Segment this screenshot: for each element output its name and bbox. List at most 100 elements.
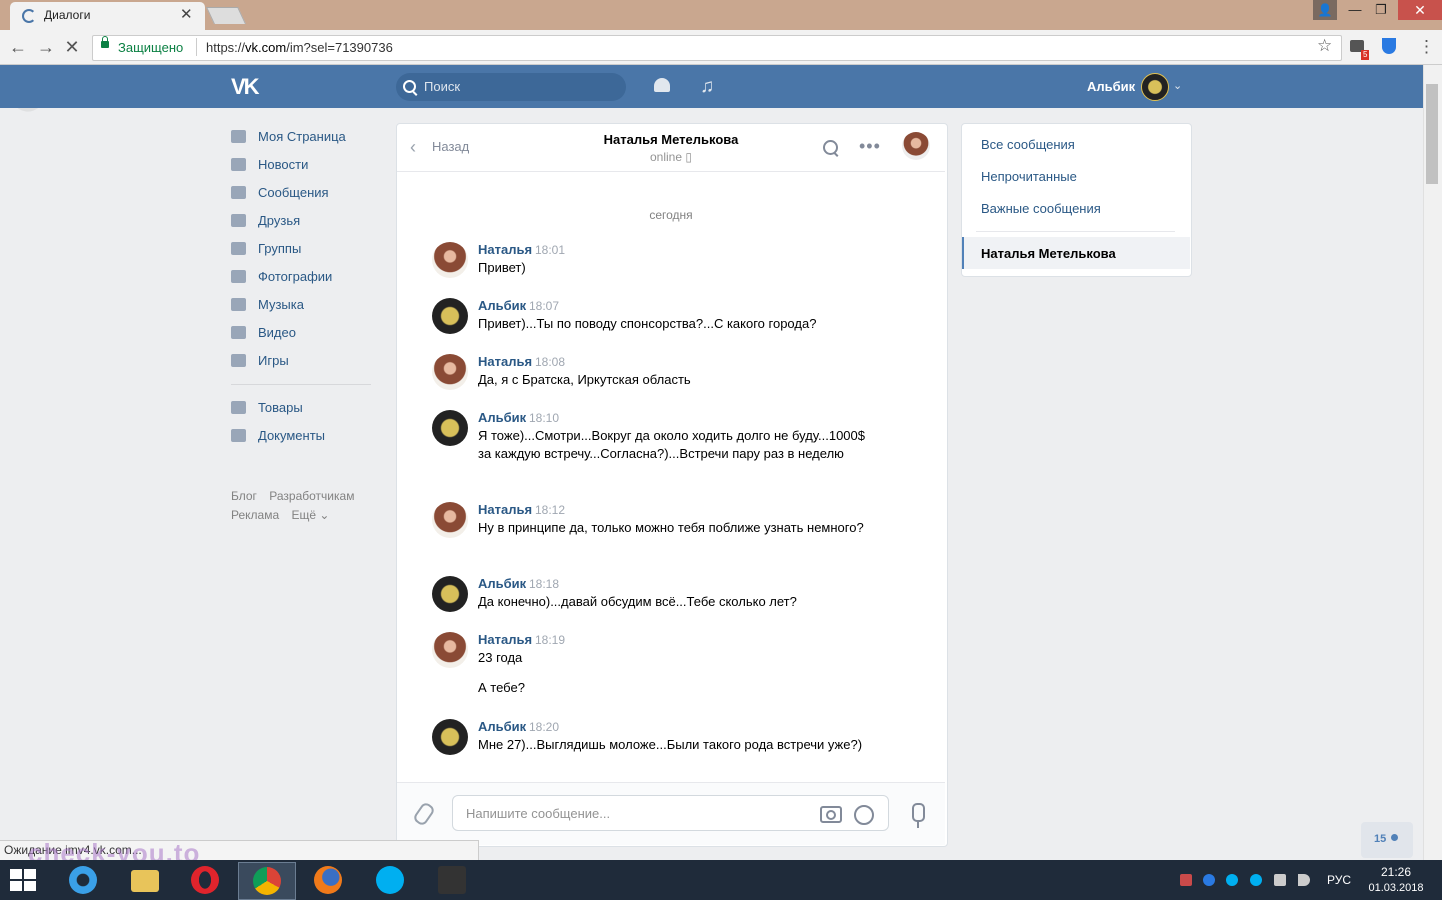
network-icon[interactable] bbox=[1274, 874, 1286, 886]
stop-loading-icon[interactable]: ✕ bbox=[62, 37, 82, 58]
smile-icon[interactable] bbox=[854, 805, 874, 825]
home-icon bbox=[231, 130, 246, 143]
message-author[interactable]: Наталья bbox=[478, 632, 532, 647]
sidebar-item[interactable]: Товары bbox=[231, 397, 381, 419]
bookmark-star-icon[interactable]: ☆ bbox=[1317, 36, 1332, 56]
vk-logo[interactable]: VK bbox=[231, 74, 260, 100]
tray-shield-icon[interactable] bbox=[1203, 874, 1215, 886]
avatar[interactable] bbox=[432, 719, 468, 755]
friends-icon bbox=[231, 214, 246, 227]
sidebar-item[interactable]: Фотографии bbox=[231, 266, 381, 288]
message-time[interactable]: 18:08 bbox=[535, 355, 565, 369]
taskbar-explorer[interactable] bbox=[117, 862, 173, 898]
message-author[interactable]: Наталья bbox=[478, 242, 532, 257]
avatar[interactable] bbox=[432, 410, 468, 446]
lock-icon[interactable] bbox=[101, 36, 109, 48]
sidebar-item[interactable]: Музыка bbox=[231, 294, 381, 316]
footer-link-blog[interactable]: Блог bbox=[231, 489, 257, 503]
filter-important[interactable]: Важные сообщения bbox=[981, 201, 1101, 216]
sidebar-item[interactable]: Документы bbox=[231, 425, 381, 447]
message-author[interactable]: Наталья bbox=[478, 354, 532, 369]
sidebar-item[interactable]: Новости bbox=[231, 154, 381, 176]
folder-icon bbox=[131, 870, 159, 892]
user-name[interactable]: Альбик bbox=[1087, 79, 1135, 94]
tray-skype-icon[interactable] bbox=[1226, 874, 1238, 886]
message-author[interactable]: Альбик bbox=[478, 719, 526, 734]
footer-link-developers[interactable]: Разработчикам bbox=[269, 489, 354, 503]
message-author[interactable]: Альбик bbox=[478, 576, 526, 591]
restore-button[interactable]: ❐ bbox=[1366, 0, 1396, 20]
message-author[interactable]: Наталья bbox=[478, 502, 532, 517]
tray-app-icon[interactable] bbox=[1180, 874, 1192, 886]
tab-close-icon[interactable]: ✕ bbox=[180, 5, 193, 23]
avatar[interactable] bbox=[432, 632, 468, 668]
taskbar-chrome[interactable] bbox=[238, 862, 296, 900]
message-text: 23 года bbox=[478, 650, 523, 665]
avatar[interactable] bbox=[1141, 73, 1169, 101]
message-time[interactable]: 18:18 bbox=[529, 577, 559, 591]
scrollbar-thumb[interactable] bbox=[1426, 84, 1438, 184]
avatar[interactable] bbox=[432, 298, 468, 334]
search-icon[interactable] bbox=[823, 140, 838, 155]
sidebar-item[interactable]: Игры bbox=[231, 350, 381, 372]
back-button[interactable]: Назад bbox=[432, 139, 469, 154]
secure-label[interactable]: Защищено bbox=[118, 40, 183, 55]
avatar[interactable] bbox=[432, 354, 468, 390]
avatar[interactable] bbox=[432, 502, 468, 538]
window-close-button[interactable]: ✕ bbox=[1398, 0, 1442, 20]
filter-all-messages[interactable]: Все сообщения bbox=[981, 137, 1075, 152]
language-indicator[interactable]: РУС bbox=[1327, 873, 1351, 887]
camera-icon[interactable] bbox=[820, 806, 842, 823]
scrollbar[interactable] bbox=[1423, 65, 1442, 860]
bell-icon[interactable] bbox=[654, 78, 670, 92]
back-arrow-icon[interactable]: ← bbox=[8, 37, 28, 58]
forward-arrow-icon[interactable]: → bbox=[36, 37, 56, 58]
windows-start-icon[interactable] bbox=[10, 869, 36, 891]
taskbar-ie[interactable] bbox=[55, 862, 111, 898]
chevron-down-icon[interactable]: ⌄ bbox=[1173, 79, 1182, 92]
online-friends-button[interactable] bbox=[1361, 822, 1413, 858]
taskbar-world-of-tanks[interactable] bbox=[424, 862, 480, 898]
avatar[interactable] bbox=[432, 576, 468, 612]
avatar[interactable] bbox=[432, 242, 468, 278]
profile-icon[interactable]: 👤 bbox=[1313, 0, 1337, 20]
message-time[interactable]: 18:20 bbox=[529, 720, 559, 734]
shield-extension-icon[interactable] bbox=[1382, 38, 1396, 54]
message-time[interactable]: 18:19 bbox=[535, 633, 565, 647]
music-note-icon[interactable]: ♫ bbox=[700, 76, 714, 98]
tray-skype-icon-2[interactable] bbox=[1250, 874, 1262, 886]
sidebar-item[interactable]: Моя Страница bbox=[231, 126, 381, 148]
more-icon[interactable]: ••• bbox=[859, 136, 881, 157]
message-time[interactable]: 18:12 bbox=[535, 503, 565, 517]
sidebar-item-label: Фотографии bbox=[258, 269, 333, 284]
footer-link-ads[interactable]: Реклама bbox=[231, 508, 279, 522]
microphone-icon[interactable] bbox=[912, 803, 925, 828]
filter-unread[interactable]: Непрочитанные bbox=[981, 169, 1077, 184]
chevron-left-icon[interactable]: ‹ bbox=[410, 137, 416, 158]
clock-time[interactable]: 21:26 bbox=[1366, 865, 1426, 879]
message-author[interactable]: Альбик bbox=[478, 298, 526, 313]
taskbar-firefox[interactable] bbox=[300, 862, 356, 898]
footer-link-more[interactable]: Ещё ⌄ bbox=[291, 508, 329, 522]
sidebar-item[interactable]: Видео bbox=[231, 322, 381, 344]
browser-menu-icon[interactable]: ⋮ bbox=[1418, 37, 1435, 57]
contact-avatar[interactable] bbox=[902, 132, 930, 160]
url-text[interactable]: https://vk.com/im?sel=71390736 bbox=[206, 40, 393, 55]
sidebar-item[interactable]: Друзья bbox=[231, 210, 381, 232]
clock-date[interactable]: 01.03.2018 bbox=[1366, 882, 1426, 894]
message-time[interactable]: 18:01 bbox=[535, 243, 565, 257]
volume-icon[interactable] bbox=[1298, 874, 1310, 886]
browser-tab-active[interactable] bbox=[10, 2, 205, 30]
message-time[interactable]: 18:07 bbox=[529, 299, 559, 313]
active-conversation-label: Наталья Метелькова bbox=[981, 246, 1116, 261]
contact-name[interactable]: Наталья Метелькова bbox=[560, 132, 782, 147]
message-time[interactable]: 18:10 bbox=[529, 411, 559, 425]
mobile-icon: ▯ bbox=[685, 150, 692, 164]
url-scheme: https:// bbox=[206, 40, 246, 55]
sidebar-item[interactable]: Сообщения bbox=[231, 182, 381, 204]
taskbar-skype[interactable] bbox=[362, 862, 418, 898]
sidebar-item[interactable]: Группы bbox=[231, 238, 381, 260]
message-author[interactable]: Альбик bbox=[478, 410, 526, 425]
taskbar-opera[interactable] bbox=[177, 862, 233, 898]
sidebar-item-label: Документы bbox=[258, 428, 326, 443]
